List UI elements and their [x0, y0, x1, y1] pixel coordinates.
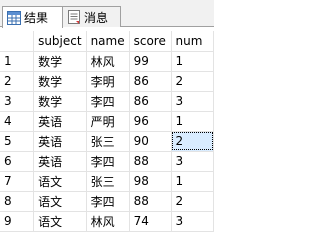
cell-name[interactable]: 李四	[86, 151, 130, 172]
results-tab-bar: 结果 消息	[0, 0, 214, 28]
cell-score[interactable]: 88	[129, 191, 172, 212]
table-row: 1 数学 林风 99 1	[0, 51, 215, 72]
cell-score[interactable]: 90	[129, 131, 172, 152]
cell-name[interactable]: 林风	[86, 51, 130, 72]
cell-score[interactable]: 74	[129, 211, 172, 232]
cell-num[interactable]: 1	[171, 111, 215, 132]
cell-num[interactable]: 2	[171, 71, 215, 92]
table-row: 8 语文 李四 88 2	[0, 191, 215, 212]
cell-score[interactable]: 96	[129, 111, 172, 132]
cell-score[interactable]: 98	[129, 171, 172, 192]
cell-num[interactable]: 1	[171, 171, 215, 192]
grid-header-row: subject name score num	[0, 31, 215, 52]
table-row: 3 数学 李四 86 3	[0, 91, 215, 112]
cell-name[interactable]: 李四	[86, 91, 130, 112]
cell-name[interactable]: 林风	[86, 211, 130, 232]
row-number[interactable]: 3	[0, 91, 35, 112]
cell-score[interactable]: 86	[129, 71, 172, 92]
cell-score[interactable]: 86	[129, 91, 172, 112]
cell-subject[interactable]: 英语	[33, 111, 87, 132]
row-number[interactable]: 1	[0, 51, 35, 72]
cell-score[interactable]: 99	[129, 51, 172, 72]
column-header-score[interactable]: score	[129, 31, 172, 52]
cell-subject[interactable]: 英语	[33, 131, 87, 152]
cell-subject[interactable]: 语文	[33, 191, 87, 212]
results-grid: subject name score num 1 数学 林风 99 1 2 数学…	[0, 31, 215, 232]
cell-subject[interactable]: 数学	[33, 51, 87, 72]
tab-results[interactable]: 结果	[2, 6, 63, 28]
tab-messages[interactable]: 消息	[63, 6, 121, 27]
cell-num[interactable]: 3	[171, 151, 215, 172]
grid-corner-cell[interactable]	[0, 31, 35, 52]
row-number[interactable]: 2	[0, 71, 35, 92]
table-row: 6 英语 李四 88 3	[0, 151, 215, 172]
tab-results-label: 结果	[24, 11, 49, 25]
table-row: 4 英语 严明 96 1	[0, 111, 215, 132]
cell-subject[interactable]: 语文	[33, 171, 87, 192]
messages-icon	[67, 10, 81, 24]
cell-num[interactable]: 3	[171, 91, 215, 112]
cell-num[interactable]: 1	[171, 51, 215, 72]
cell-name[interactable]: 严明	[86, 111, 130, 132]
row-number[interactable]: 8	[0, 191, 35, 212]
row-number[interactable]: 9	[0, 211, 35, 232]
table-row: 2 数学 李明 86 2	[0, 71, 215, 92]
cell-name[interactable]: 张三	[86, 131, 130, 152]
results-grid-area: subject name score num 1 数学 林风 99 1 2 数学…	[0, 27, 215, 235]
table-row: 9 语文 林风 74 3	[0, 211, 215, 232]
results-grid-icon	[7, 10, 21, 25]
cell-score[interactable]: 88	[129, 151, 172, 172]
row-number[interactable]: 7	[0, 171, 35, 192]
cell-name[interactable]: 李四	[86, 191, 130, 212]
cell-name[interactable]: 李明	[86, 71, 130, 92]
cell-subject[interactable]: 数学	[33, 91, 87, 112]
column-header-name[interactable]: name	[86, 31, 130, 52]
table-row: 7 语文 张三 98 1	[0, 171, 215, 192]
cell-num[interactable]: 2	[171, 191, 215, 212]
cell-subject[interactable]: 英语	[33, 151, 87, 172]
tab-messages-label: 消息	[84, 10, 109, 25]
column-header-num[interactable]: num	[171, 31, 215, 52]
cell-name[interactable]: 张三	[86, 171, 130, 192]
row-number[interactable]: 4	[0, 111, 35, 132]
cell-num-selected[interactable]: 2	[171, 131, 215, 152]
row-number[interactable]: 6	[0, 151, 35, 172]
row-number[interactable]: 5	[0, 131, 35, 152]
table-row: 5 英语 张三 90 2	[0, 131, 215, 152]
cell-subject[interactable]: 语文	[33, 211, 87, 232]
cell-subject[interactable]: 数学	[33, 71, 87, 92]
column-header-subject[interactable]: subject	[33, 31, 87, 52]
cell-num[interactable]: 3	[171, 211, 215, 232]
